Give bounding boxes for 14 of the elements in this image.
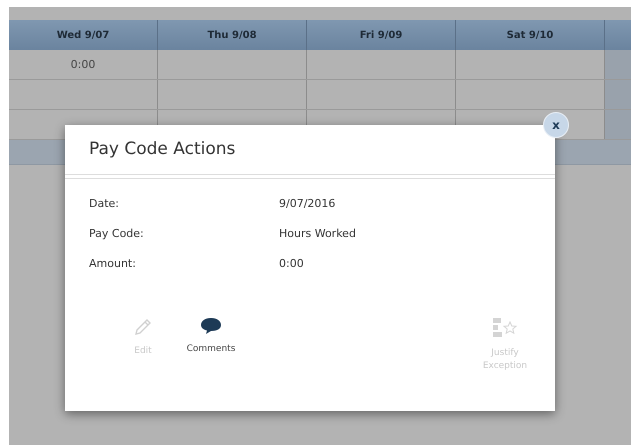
table-cell [605,50,631,79]
table-cell [605,80,631,109]
speech-bubble-icon [200,317,222,335]
field-label: Pay Code: [89,227,145,242]
table-cell: 0:00 [9,50,158,79]
field-label: Date: [89,197,120,212]
list-star-icon [492,317,518,339]
field-value: 0:00 [279,257,304,272]
field-label: Amount: [89,257,137,272]
comments-button[interactable]: Comments [183,317,239,373]
pencil-icon [133,317,153,337]
dialog-title: Pay Code Actions [88,138,236,161]
field-value: Hours Worked [279,227,356,242]
field-value: 9/07/2016 [279,197,336,212]
